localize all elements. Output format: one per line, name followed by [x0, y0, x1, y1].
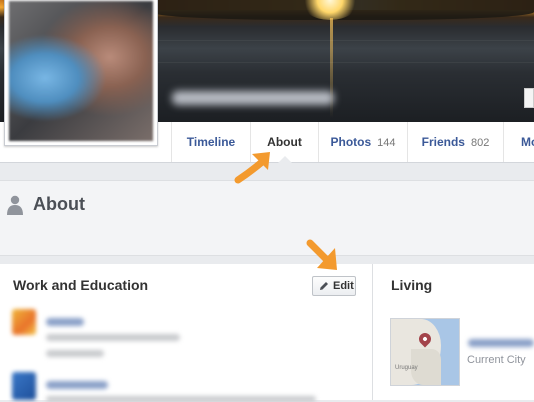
tab-more[interactable]: Mo: [503, 122, 534, 162]
profile-picture[interactable]: [4, 0, 158, 146]
current-city-name-blurred[interactable]: [468, 339, 534, 347]
about-header: [0, 180, 534, 256]
page-title: About: [33, 194, 85, 214]
school-logo-blurred: [12, 372, 36, 400]
cover-water-line: [150, 40, 534, 41]
employer-detail-blurred: [46, 350, 104, 357]
person-icon: [7, 195, 23, 215]
edit-button[interactable]: Edit: [312, 276, 356, 296]
city-map[interactable]: Uruguay: [390, 318, 460, 386]
tab-photos[interactable]: Photos 144: [318, 122, 407, 162]
cover-action-button[interactable]: [524, 88, 534, 108]
profile-photo-blurred: [9, 1, 153, 141]
pencil-icon: [320, 282, 328, 290]
tab-label: Mo: [521, 135, 534, 149]
school-detail-blurred: [46, 396, 316, 402]
tab-friends[interactable]: Friends 802: [407, 122, 503, 162]
living-title: Living: [391, 277, 433, 293]
tab-label: Friends: [421, 135, 465, 149]
annotation-arrow-icon: [234, 152, 270, 184]
employer-logo-blurred: [12, 309, 36, 335]
profile-name-blurred: [172, 91, 334, 105]
tab-label: Timeline: [186, 135, 236, 149]
employer-detail-blurred: [46, 334, 180, 341]
map-label: Uruguay: [395, 365, 418, 371]
cover-water-line: [150, 62, 534, 63]
tab-count: 802: [470, 137, 490, 149]
annotation-arrow-icon: [306, 239, 337, 270]
tab-count: 144: [377, 137, 396, 149]
tab-label: Photos: [330, 135, 372, 149]
edit-button-label: Edit: [333, 280, 354, 292]
work-education-title: Work and Education: [13, 277, 149, 293]
employer-name-blurred[interactable]: [46, 318, 84, 326]
school-name-blurred[interactable]: [46, 381, 108, 389]
current-city-label: Current City: [467, 354, 526, 366]
